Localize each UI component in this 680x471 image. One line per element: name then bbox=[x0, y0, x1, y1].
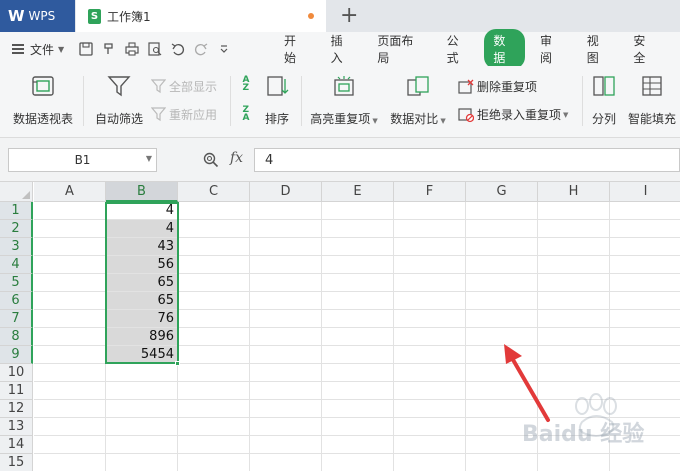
baidu-watermark: Baidu 经验 bbox=[520, 392, 670, 452]
watermark-text: Baidu 经验 bbox=[522, 422, 645, 447]
